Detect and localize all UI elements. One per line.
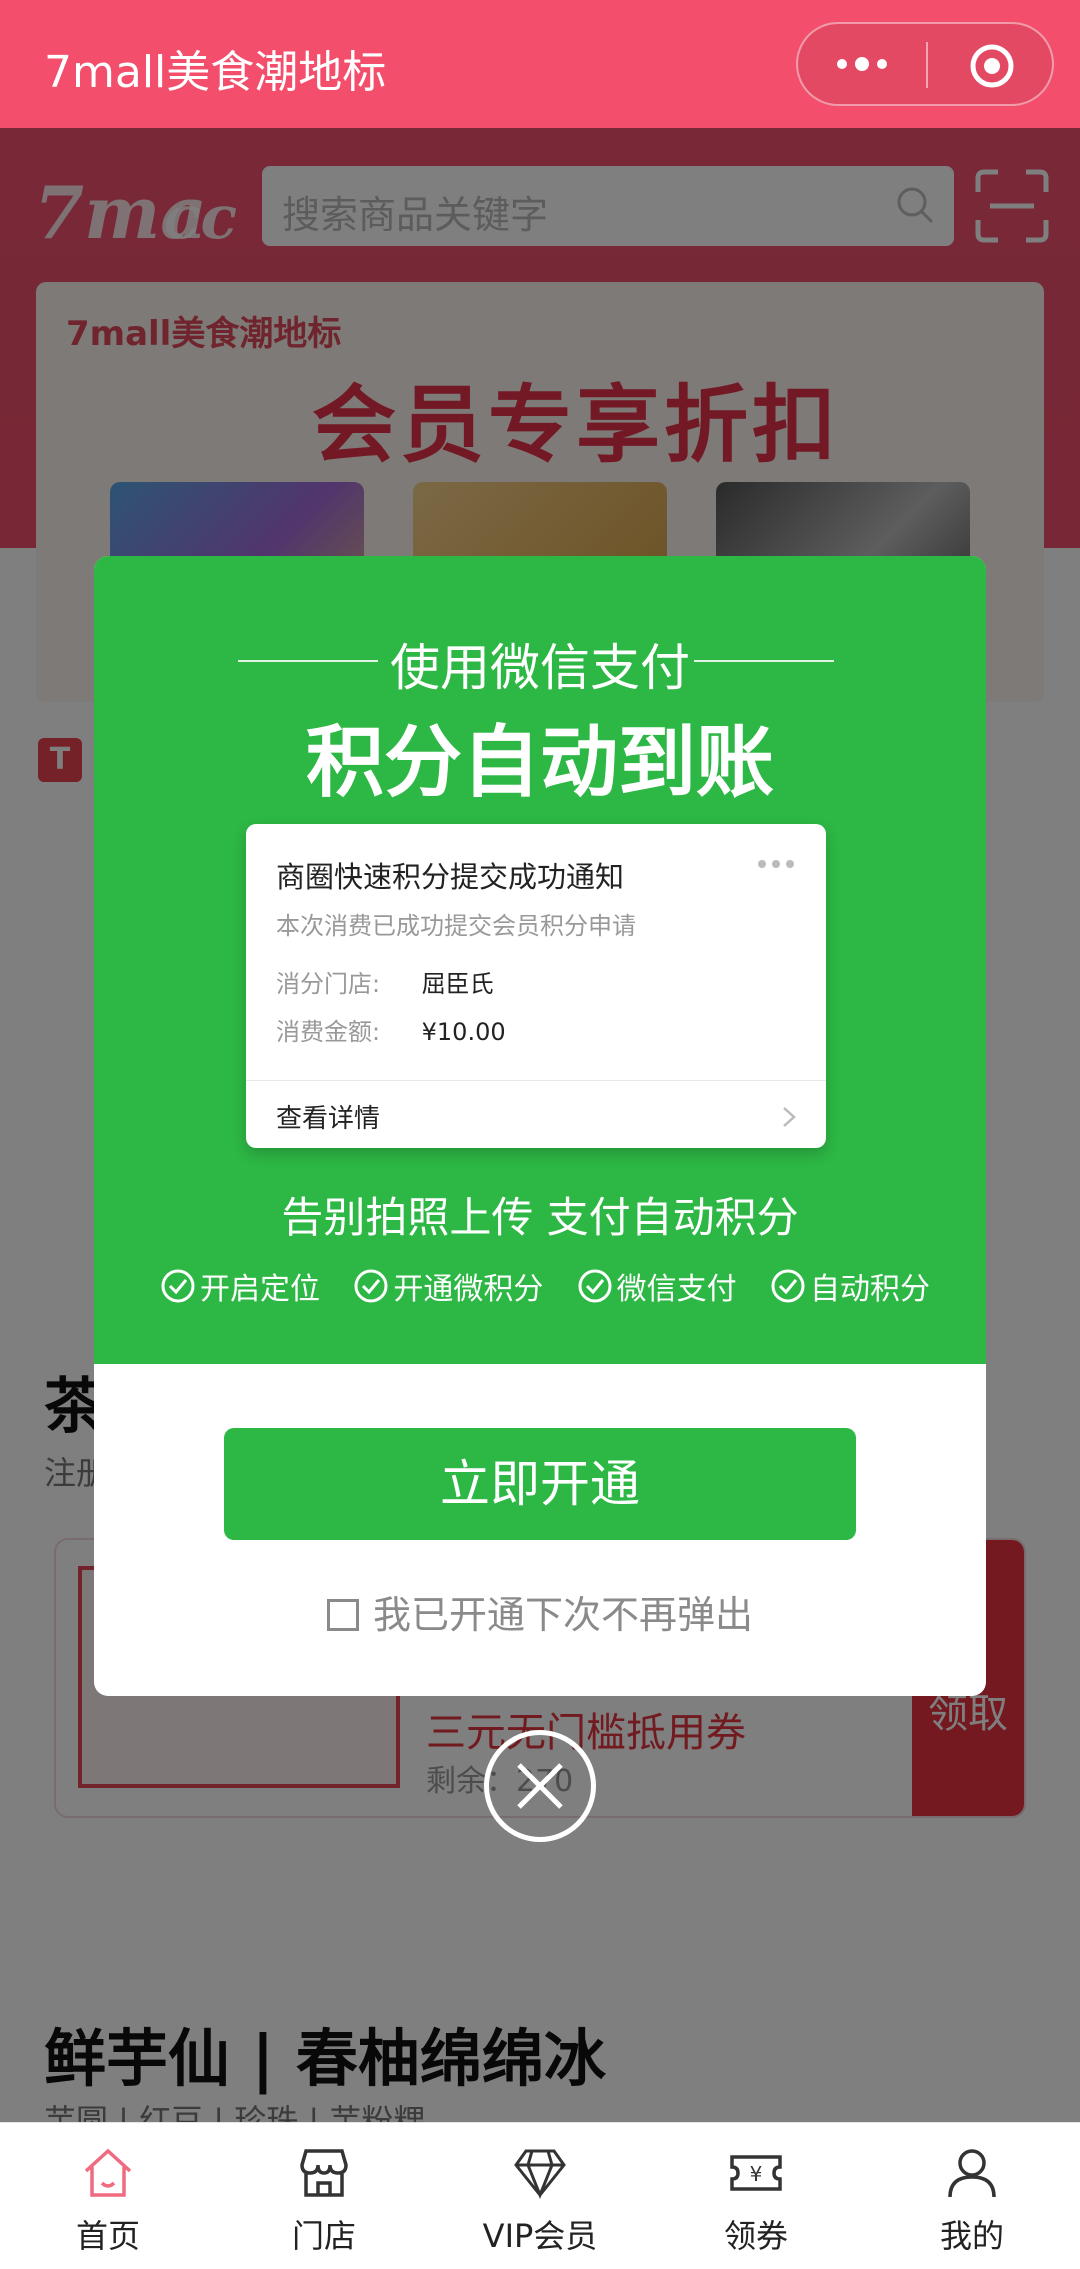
step-item: 开通微积分 xyxy=(353,1264,543,1308)
steps-list: 开启定位 开通微积分 微信支付 自动积分 xyxy=(160,1264,930,1308)
chevron-right-icon xyxy=(783,1107,796,1127)
tab-label: 我的 xyxy=(939,2217,1004,2255)
check-circle-icon xyxy=(771,1269,805,1303)
dont-show-again-checkbox[interactable]: 我已开通下次不再弹出 xyxy=(94,1584,986,1639)
tab-home[interactable]: 首页 xyxy=(0,2123,216,2269)
close-miniprogram-icon[interactable] xyxy=(968,42,1016,90)
tab-vip[interactable]: VIP会员 xyxy=(432,2123,648,2269)
tab-label: VIP会员 xyxy=(482,2217,598,2255)
amount-value: ¥10.00 xyxy=(421,1018,506,1046)
dont-show-label: 我已开通下次不再弹出 xyxy=(372,1593,753,1637)
step-item: 微信支付 xyxy=(577,1264,737,1308)
modal-subtitle: 使用微信支付 xyxy=(390,639,690,697)
home-icon xyxy=(84,2148,132,2197)
notice-store-row: 消分门店: 屈臣氏 xyxy=(276,964,494,999)
store-label: 消分门店: xyxy=(276,970,381,998)
modal-promo-area: 使用微信支付 积分自动到账 商圈快速积分提交成功通知 本次消费已成功提交会员积分… xyxy=(94,556,986,1364)
capsule-divider xyxy=(926,42,928,88)
checkbox-box[interactable] xyxy=(326,1599,359,1631)
coupon-icon: ¥ xyxy=(730,2155,782,2191)
step-label: 自动积分 xyxy=(809,1272,930,1307)
notice-title: 商圈快速积分提交成功通知 xyxy=(276,860,625,894)
close-modal-button[interactable] xyxy=(484,1730,596,1842)
notice-divider xyxy=(246,1080,826,1081)
bottom-tab-bar: 首页 门店 VIP会员 ¥ 领券 我的 xyxy=(0,2122,1080,2269)
notification-preview-card: 商圈快速积分提交成功通知 本次消费已成功提交会员积分申请 消分门店: 屈臣氏 消… xyxy=(246,824,826,1148)
tab-coupons[interactable]: ¥ 领券 xyxy=(648,2123,864,2269)
tab-mine[interactable]: 我的 xyxy=(864,2123,1080,2269)
tab-label: 领券 xyxy=(723,2217,788,2255)
step-label: 开通微积分 xyxy=(393,1272,544,1307)
more-icon[interactable] xyxy=(832,52,892,76)
close-icon xyxy=(517,1763,563,1809)
tab-label: 门店 xyxy=(291,2217,356,2255)
wechat-pay-points-modal: 使用微信支付 积分自动到账 商圈快速积分提交成功通知 本次消费已成功提交会员积分… xyxy=(94,556,986,1696)
store-value: 屈臣氏 xyxy=(421,970,494,998)
check-circle-icon xyxy=(161,1269,195,1303)
notice-description: 本次消费已成功提交会员积分申请 xyxy=(276,912,636,940)
amount-label: 消费金额: xyxy=(276,1018,381,1046)
step-label: 开启定位 xyxy=(200,1272,320,1307)
user-icon xyxy=(948,2149,996,2198)
tab-store[interactable]: 门店 xyxy=(216,2123,432,2269)
top-nav-bar: 7mall美食潮地标 xyxy=(0,0,1080,128)
open-now-button[interactable]: 立即开通 xyxy=(224,1428,856,1540)
modal-slogan: 告别拍照上传 支付自动积分 xyxy=(281,1193,799,1242)
mini-program-capsule xyxy=(796,22,1054,106)
check-circle-icon xyxy=(578,1269,612,1303)
step-label: 微信支付 xyxy=(616,1272,737,1307)
svg-text:¥: ¥ xyxy=(750,2162,763,2186)
check-circle-icon xyxy=(354,1269,388,1303)
notice-amount-row: 消费金额: ¥10.00 xyxy=(276,1012,506,1047)
app-title: 7mall美食潮地标 xyxy=(44,47,387,98)
view-details-label: 查看详情 xyxy=(276,1104,381,1134)
modal-title: 积分自动到账 xyxy=(305,718,774,808)
store-icon xyxy=(300,2149,348,2197)
step-item: 开启定位 xyxy=(160,1264,320,1308)
diamond-icon xyxy=(514,2149,566,2200)
more-dots-icon xyxy=(758,860,794,868)
tab-label: 首页 xyxy=(75,2217,140,2255)
step-item: 自动积分 xyxy=(770,1264,930,1308)
